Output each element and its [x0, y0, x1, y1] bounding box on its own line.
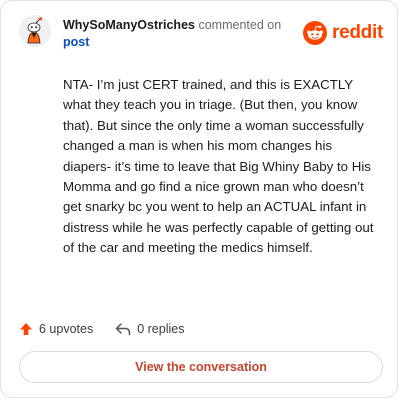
- comment-meta: WhySoManyOstriches commented on post: [63, 17, 281, 51]
- comment-card: WhySoManyOstriches commented on post red…: [0, 0, 398, 398]
- reddit-wordmark: reddit: [332, 22, 383, 43]
- comment-body: NTA- I’m just CERT trained, and this is …: [63, 77, 374, 256]
- reply-arrow-icon: [115, 323, 131, 336]
- avatar[interactable]: [19, 15, 51, 47]
- avatar-icon: [19, 15, 51, 47]
- reddit-snoo-icon: [303, 21, 328, 45]
- reddit-logo[interactable]: reddit: [303, 21, 383, 45]
- comment-header: WhySoManyOstriches commented on post red…: [19, 15, 383, 55]
- upvote-arrow-icon: [20, 323, 32, 335]
- upvote-button[interactable]: 6 upvotes: [19, 322, 93, 336]
- comment-actions: 6 upvotes 0 replies: [19, 319, 206, 339]
- replies-count: 0 replies: [137, 322, 185, 336]
- post-link[interactable]: post: [63, 34, 281, 51]
- upvotes-count: 6 upvotes: [39, 322, 94, 336]
- username-link[interactable]: WhySoManyOstriches: [63, 18, 195, 32]
- commented-on-text: commented on: [198, 18, 282, 32]
- view-conversation-button[interactable]: View the conversation: [19, 351, 383, 383]
- replies-button[interactable]: 0 replies: [115, 322, 184, 336]
